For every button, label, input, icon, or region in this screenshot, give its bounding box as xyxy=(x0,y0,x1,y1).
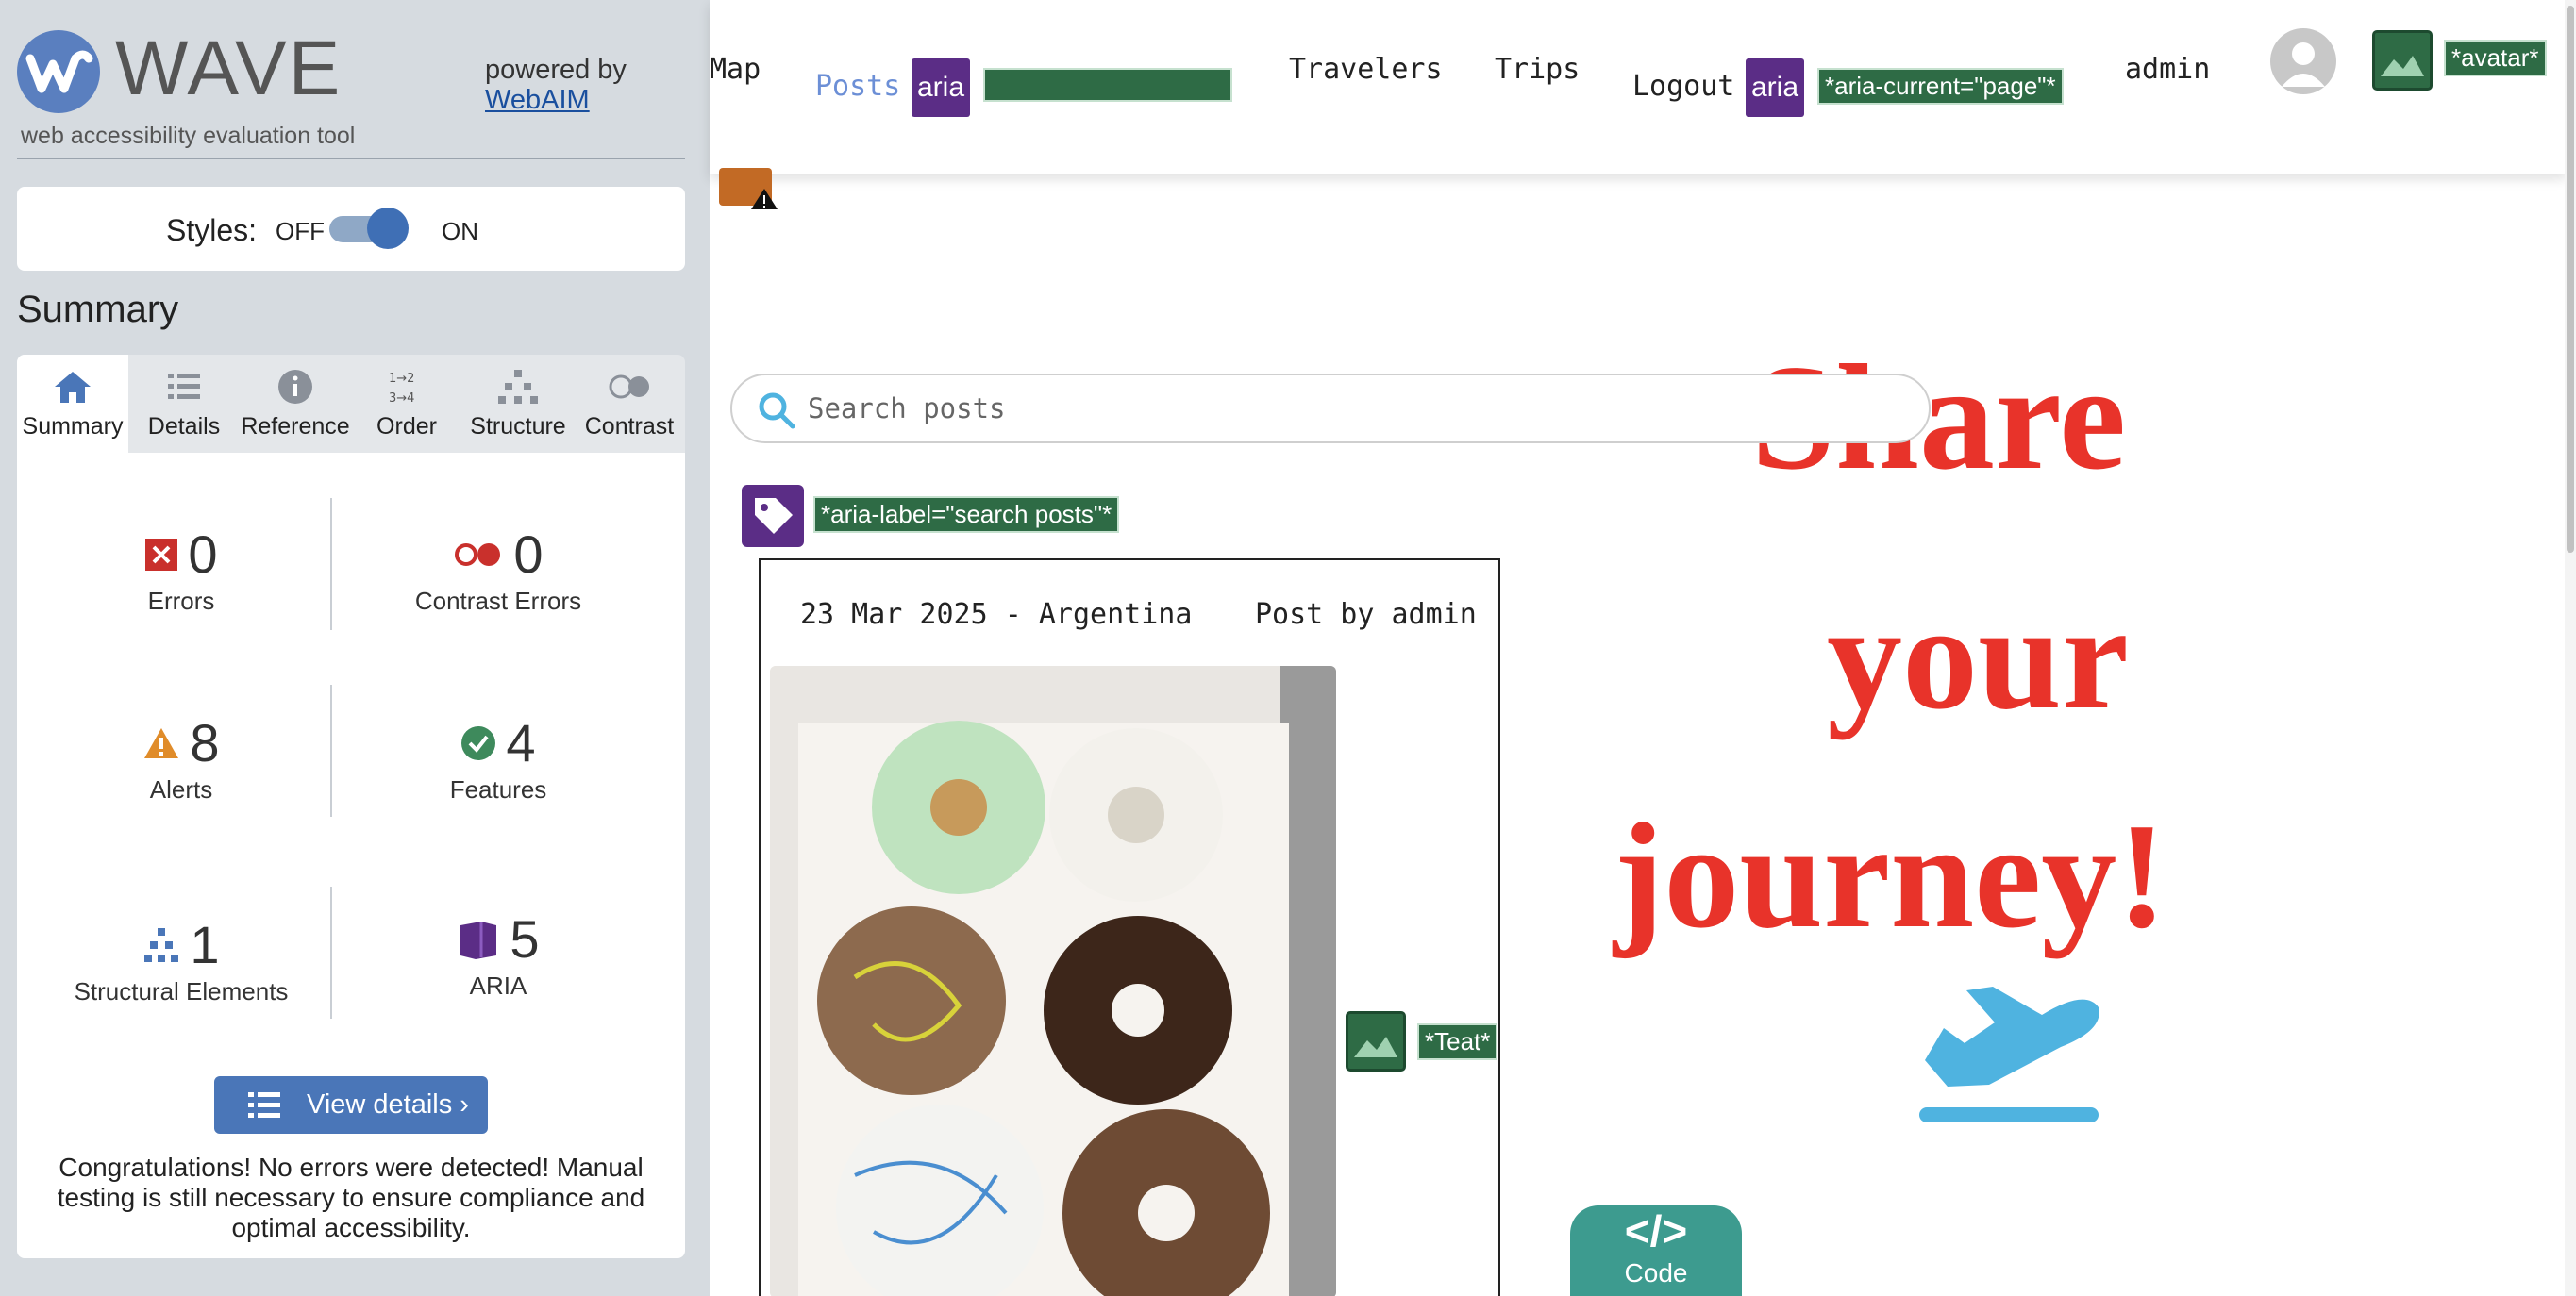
airplane-icon xyxy=(1919,987,2099,1122)
aria-cube-icon xyxy=(460,922,497,959)
contrast-error-icon xyxy=(455,543,501,566)
linked-image-icon[interactable] xyxy=(1346,1011,1406,1072)
empty-annotation[interactable] xyxy=(983,68,1232,102)
donuts-image xyxy=(770,666,1336,1296)
structure-icon xyxy=(144,928,179,962)
tab-contrast[interactable]: Contrast xyxy=(574,355,685,453)
avatar-annotation[interactable]: *avatar* xyxy=(2444,40,2547,76)
nav-admin[interactable]: admin xyxy=(2125,53,2210,86)
wave-tabs: Summary Details Reference 1→2 3→4 Order S… xyxy=(17,355,685,453)
top-navigation: Map Posts aria Travelers Trips Logout ar… xyxy=(710,0,2567,174)
info-icon xyxy=(278,370,312,404)
code-icon: </> xyxy=(1624,1206,1688,1255)
aria-badge[interactable]: aria xyxy=(912,58,970,117)
search-icon xyxy=(759,392,795,429)
home-icon xyxy=(55,372,91,403)
styles-toggle-panel: Styles: OFF ON xyxy=(17,187,685,271)
alert-icon xyxy=(144,728,179,758)
alert-image-icon[interactable] xyxy=(719,168,781,211)
aria-current-annotation[interactable]: *aria-current="page"* xyxy=(1817,68,2064,105)
errors-stat[interactable]: 0 Errors xyxy=(30,528,332,616)
styles-toggle-knob[interactable] xyxy=(367,208,409,249)
svg-text:3→4: 3→4 xyxy=(389,391,414,406)
post-date-location: 23 Mar 2025 - Argentina xyxy=(800,598,1193,631)
tab-details[interactable]: Details xyxy=(128,355,240,453)
summary-heading: Summary xyxy=(17,289,179,330)
styles-off-label: OFF xyxy=(276,217,325,245)
post-card[interactable]: 23 Mar 2025 - Argentina Post by admin xyxy=(759,558,1500,1296)
nav-logout[interactable]: Logout xyxy=(1632,70,1734,103)
list-icon xyxy=(248,1092,280,1118)
tab-structure[interactable]: Structure xyxy=(462,355,574,453)
styles-label: Styles: xyxy=(166,213,258,247)
order-icon: 1→23→4 xyxy=(389,372,414,406)
summary-panel: 0 Errors 0 Contrast Errors 8 Alerts 4 Fe… xyxy=(17,453,685,1258)
structural-stat[interactable]: 1 Structural Elements xyxy=(30,919,332,1006)
styles-on-label: ON xyxy=(442,217,478,245)
aria-label-icon[interactable] xyxy=(742,485,804,547)
powered-by-label: powered by xyxy=(485,55,627,85)
nav-posts[interactable]: Posts xyxy=(815,70,900,103)
hero-line-your: your xyxy=(1827,573,2129,740)
error-icon xyxy=(145,539,178,571)
post-photo-donuts[interactable] xyxy=(770,666,1336,1296)
features-stat[interactable]: 4 Features xyxy=(347,717,649,805)
teat-annotation[interactable]: *Teat* xyxy=(1417,1023,1498,1060)
feature-check-icon xyxy=(461,726,496,760)
structure-icon xyxy=(498,370,538,404)
search-input[interactable]: Search posts xyxy=(730,374,1931,443)
nav-map[interactable]: Map xyxy=(710,53,761,86)
wave-sidebar: WAVE web accessibility evaluation tool p… xyxy=(0,0,710,1296)
avatar-image-icon[interactable] xyxy=(2372,30,2433,91)
code-button[interactable]: </> Code xyxy=(1570,1205,1742,1296)
nav-travelers[interactable]: Travelers xyxy=(1289,53,1443,86)
sidebar-divider xyxy=(17,158,685,159)
alerts-stat[interactable]: 8 Alerts xyxy=(30,717,332,805)
tab-summary[interactable]: Summary xyxy=(17,355,128,453)
aria-badge[interactable]: aria xyxy=(1746,58,1804,117)
website-viewport: Share your journey! Search posts *aria-l… xyxy=(710,0,2576,1296)
list-icon xyxy=(168,374,200,399)
aria-label-annotation[interactable]: *aria-label="search posts"* xyxy=(813,496,1120,533)
wave-tagline: web accessibility evaluation tool xyxy=(21,123,356,149)
wave-brand: WAVE xyxy=(115,25,343,111)
congrats-message: Congratulations! No errors were detected… xyxy=(57,1153,645,1243)
scrollbar-thumb[interactable] xyxy=(2567,6,2574,553)
aria-stat[interactable]: 5 ARIA xyxy=(347,913,649,1001)
contrast-icon xyxy=(609,374,649,399)
svg-text:1→2: 1→2 xyxy=(389,372,414,386)
hero-line-journey: journey! xyxy=(1614,791,2167,959)
view-details-button[interactable]: View details › xyxy=(214,1076,488,1134)
tab-reference[interactable]: Reference xyxy=(240,355,351,453)
wave-logo-icon xyxy=(17,30,100,113)
contrast-errors-stat[interactable]: 0 Contrast Errors xyxy=(347,528,649,616)
post-author: Post by admin xyxy=(1255,598,1477,631)
search-placeholder: Search posts xyxy=(808,392,1006,424)
nav-trips[interactable]: Trips xyxy=(1495,53,1580,86)
avatar[interactable] xyxy=(2270,28,2336,94)
tab-order[interactable]: 1→2 3→4 Order xyxy=(351,355,462,453)
webaim-link[interactable]: WebAIM xyxy=(485,85,590,116)
